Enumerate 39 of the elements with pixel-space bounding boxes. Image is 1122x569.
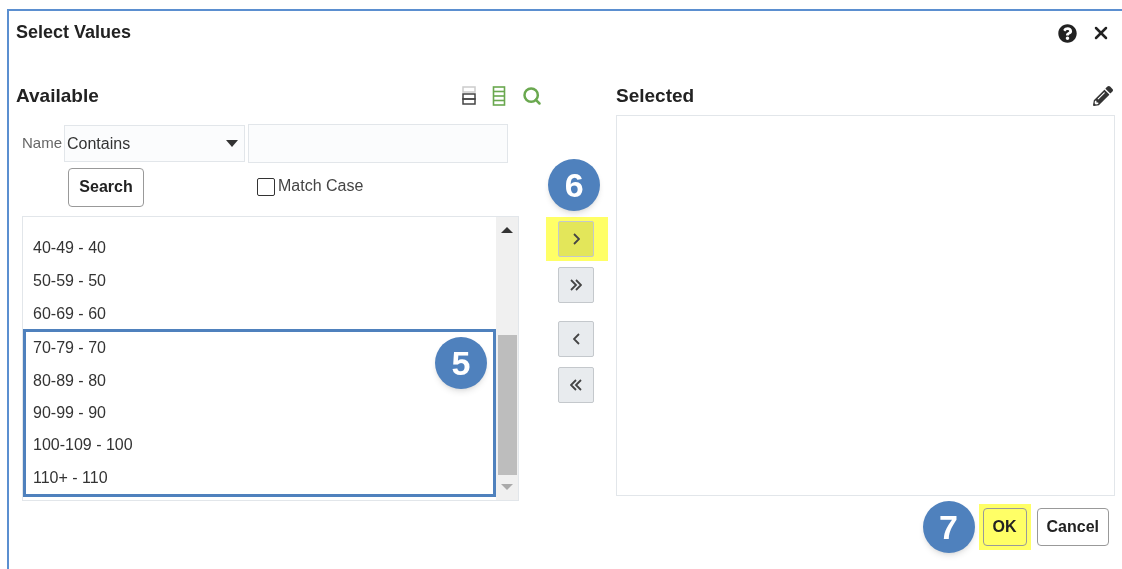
dialog-button[interactable]: OK <box>982 508 1027 546</box>
search-icon[interactable] <box>522 86 543 106</box>
operator-dropdown[interactable]: Contains <box>64 125 245 162</box>
selected-heading: Selected <box>616 83 695 108</box>
list-item[interactable]: 60-69 - 60 <box>23 297 496 330</box>
chevron-left-icon <box>572 333 580 345</box>
transfer-button[interactable] <box>558 321 595 357</box>
callout-number: 5 <box>435 337 487 389</box>
transfer-button[interactable] <box>558 367 595 403</box>
dialog-button[interactable]: Cancel <box>1036 508 1109 546</box>
scrollbar-thumb[interactable] <box>497 335 517 475</box>
list-item[interactable]: 50-59 - 50 <box>23 264 496 297</box>
filter-input[interactable] <box>248 124 508 163</box>
callout-number: 7 <box>922 501 975 553</box>
transfer-button[interactable] <box>558 267 595 303</box>
match-case-checkbox[interactable] <box>257 178 275 196</box>
pencil-icon[interactable] <box>1093 86 1113 106</box>
transfer-button[interactable] <box>558 221 595 257</box>
search-button[interactable]: Search <box>68 167 144 207</box>
chevron-right-icon <box>572 233 580 245</box>
help-icon[interactable] <box>1058 23 1077 43</box>
list-item[interactable]: 70-79 - 70 <box>26 332 113 365</box>
callout-number: 6 <box>548 159 601 211</box>
rows-icon[interactable] <box>462 86 477 106</box>
list-item[interactable]: 110+ - 110 <box>26 461 115 494</box>
list-item[interactable]: 90-99 - 90 <box>26 396 113 430</box>
match-case-label: Match Case <box>278 175 364 196</box>
list-item[interactable]: 100-109 - 100 <box>26 429 140 462</box>
double-chevron-right-icon <box>570 279 583 291</box>
list-icon[interactable] <box>492 86 507 106</box>
caret-icon <box>226 140 238 147</box>
list-item[interactable]: 40-49 - 40 <box>23 231 496 264</box>
dialog-title: Select Values <box>16 21 132 44</box>
scroll-up-icon[interactable] <box>501 227 513 233</box>
scrollbar[interactable] <box>496 217 518 500</box>
double-chevron-left-icon <box>570 379 583 391</box>
available-heading: Available <box>16 83 99 108</box>
list-item[interactable]: 80-89 - 80 <box>26 364 113 397</box>
filter-label: Name <box>22 133 62 154</box>
